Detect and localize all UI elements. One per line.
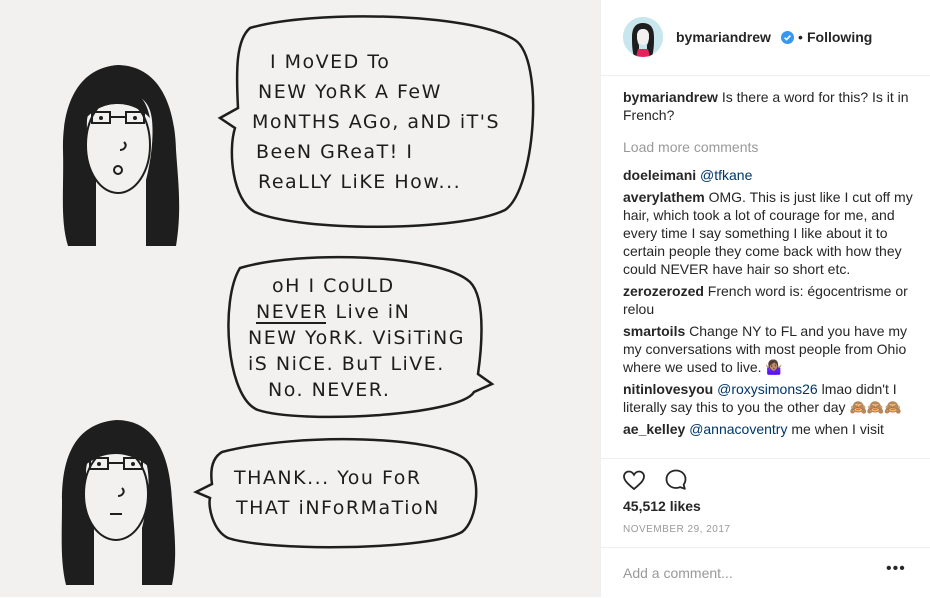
- load-more-comments-link[interactable]: Load more comments: [623, 138, 913, 156]
- avatar-illustration-icon: [623, 17, 663, 57]
- header-separator: •: [798, 29, 803, 45]
- bubble-1-line: MoNTHS AGo, aND iT'S: [252, 111, 500, 133]
- comment: averylathem OMG. This is just like I cut…: [623, 188, 913, 278]
- comment: ae_kelley @annacoventry me when I visit: [623, 420, 913, 438]
- post-date: NOVEMBER 29, 2017: [623, 524, 731, 535]
- more-options-button[interactable]: •••: [886, 560, 906, 578]
- following-button[interactable]: Following: [807, 29, 872, 45]
- post-sidebar: bymariandrew • Following bymariandrew Is…: [600, 0, 930, 597]
- character-top: [62, 65, 180, 246]
- comment: doeleimani @tfkane: [623, 166, 913, 184]
- bubble-2-line: oH I CoULD: [272, 275, 395, 297]
- comment-mention[interactable]: @tfkane: [700, 167, 752, 183]
- comment-username[interactable]: zerozerozed: [623, 283, 704, 299]
- bubble-3-line: THAT iNFoRMaTioN: [235, 497, 440, 519]
- comment: zerozerozed French word is: égocentrisme…: [623, 282, 913, 318]
- heart-icon[interactable]: [621, 467, 647, 493]
- bubble-3-line: THANK... You FoR: [233, 467, 422, 489]
- instagram-post: I MoVED To NEW YoRK A FeW MoNTHS AGo, aN…: [0, 0, 930, 597]
- comment-username[interactable]: nitinlovesyou: [623, 381, 713, 397]
- comment-icon[interactable]: [663, 467, 689, 493]
- bubble-2-text: oH I CoULD NEVER Live iN NEW YoRK. ViSiT…: [248, 275, 465, 401]
- comment: smartoils Change NY to FL and you have m…: [623, 322, 913, 376]
- comment: nitinlovesyou @roxysimons26 lmao didn't …: [623, 380, 913, 416]
- post-header: bymariandrew • Following: [601, 0, 930, 76]
- header-username[interactable]: bymariandrew: [676, 29, 771, 45]
- likes-count[interactable]: 45,512 likes: [623, 498, 701, 514]
- comment-text: me when I visit: [787, 421, 884, 437]
- comments-list: bymariandrew Is there a word for this? I…: [623, 88, 913, 458]
- post-image[interactable]: I MoVED To NEW YoRK A FeW MoNTHS AGo, aN…: [0, 0, 600, 597]
- comment-username[interactable]: averylathem: [623, 189, 705, 205]
- comment-username[interactable]: ae_kelley: [623, 421, 685, 437]
- avatar[interactable]: [623, 17, 663, 57]
- action-bar: [601, 458, 930, 491]
- speech-bubble-3: [193, 437, 478, 549]
- bubble-1-line: NEW YoRK A FeW: [258, 81, 442, 103]
- comment-username[interactable]: smartoils: [623, 323, 685, 339]
- bubble-2-line: iS NiCE. BuT LiVE.: [248, 353, 445, 375]
- character-bottom: [61, 420, 176, 585]
- bubble-1-text: I MoVED To NEW YoRK A FeW MoNTHS AGo, aN…: [252, 51, 500, 193]
- comment-mention[interactable]: @roxysimons26: [717, 381, 818, 397]
- comic-illustration: I MoVED To NEW YoRK A FeW MoNTHS AGo, aN…: [61, 15, 535, 585]
- bubble-1-line: BeeN GReaT! I: [256, 141, 413, 163]
- bubble-1-line: I MoVED To: [270, 51, 390, 73]
- comment-mention[interactable]: @annacoventry: [689, 421, 787, 437]
- add-comment-row: •••: [601, 547, 930, 598]
- bubble-1-line: ReaLLY LiKE How...: [258, 171, 461, 193]
- bubble-3-text: THANK... You FoR THAT iNFoRMaTioN: [233, 467, 440, 519]
- bubble-2-line: NEVER Live iN: [256, 301, 410, 323]
- bubble-2-line: No. NEVER.: [268, 379, 390, 401]
- caption-username[interactable]: bymariandrew: [623, 89, 718, 105]
- caption: bymariandrew Is there a word for this? I…: [623, 88, 913, 124]
- comment-username[interactable]: doeleimani: [623, 167, 696, 183]
- verified-badge-icon: [781, 31, 794, 44]
- add-comment-input[interactable]: [623, 563, 873, 583]
- bubble-2-line: NEW YoRK. ViSiTiNG: [248, 327, 465, 349]
